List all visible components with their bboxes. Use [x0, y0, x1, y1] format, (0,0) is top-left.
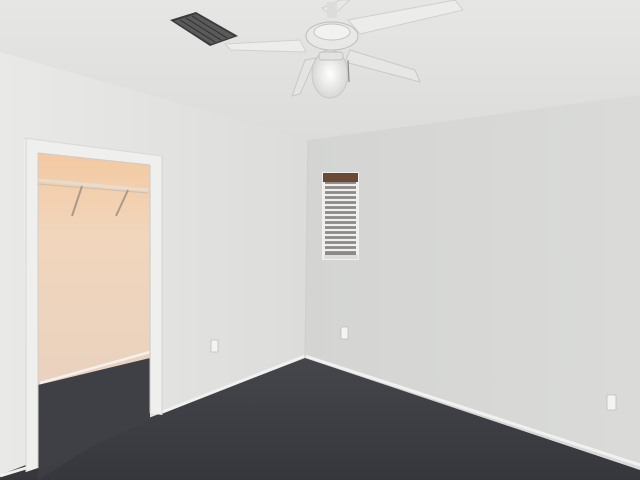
room-illustration — [0, 0, 640, 480]
outlet-right-far — [606, 394, 617, 411]
window-with-blinds — [322, 172, 359, 260]
room-photo — [0, 0, 640, 480]
outlet-right-wall — [340, 326, 349, 340]
outlet-left-wall — [210, 339, 219, 353]
